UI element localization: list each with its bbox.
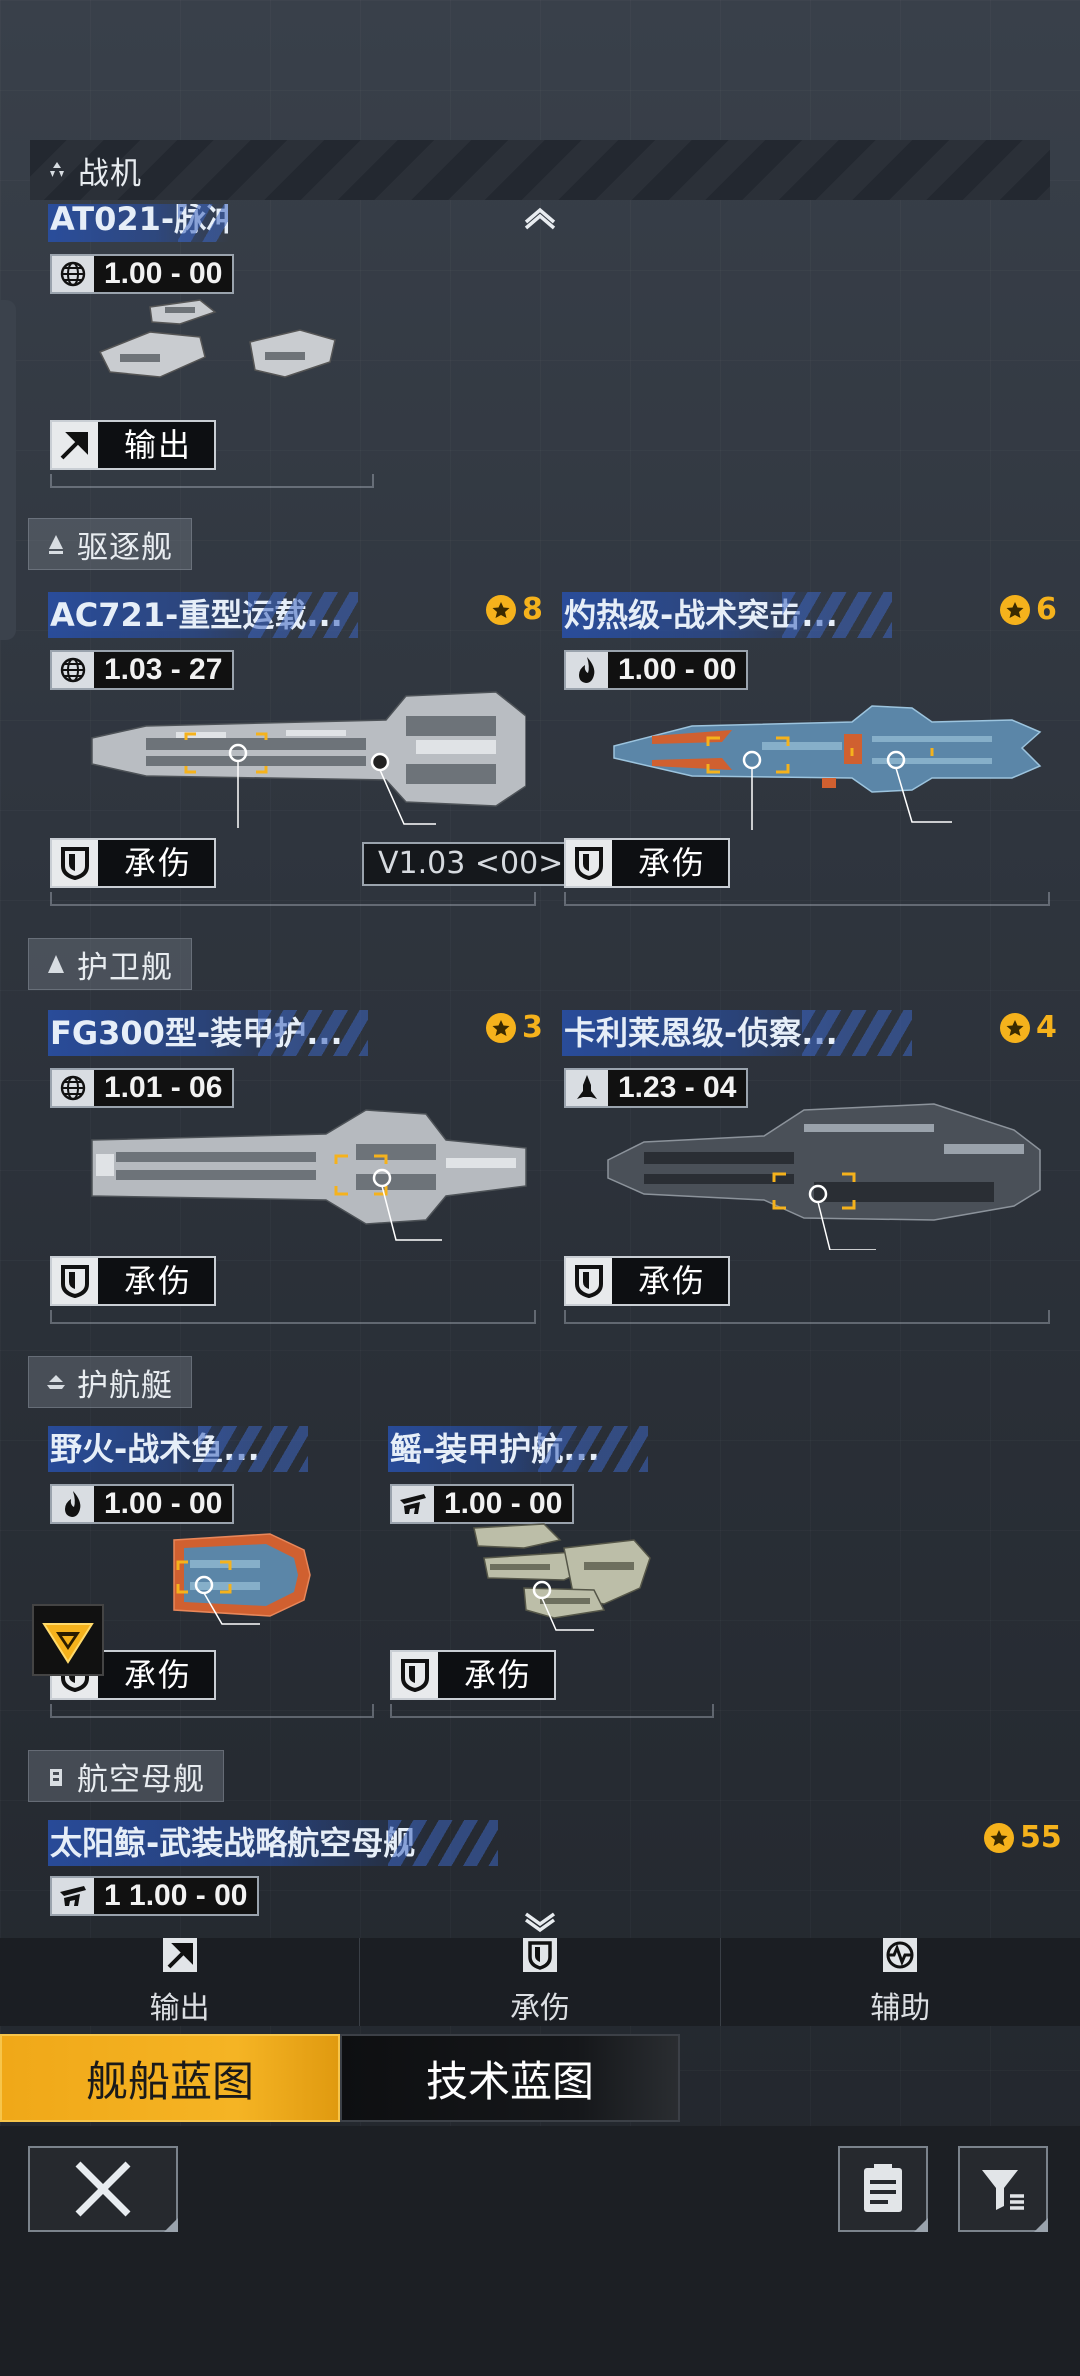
- corner-mark: [1034, 2218, 1048, 2232]
- tab-output[interactable]: 输出: [0, 1937, 361, 2026]
- role-badge: 承伤: [50, 838, 217, 888]
- ship-image[interactable]: [612, 686, 1042, 836]
- scroll-up-icon[interactable]: [520, 204, 560, 230]
- output-icon: [52, 422, 98, 468]
- shield-icon: [521, 1937, 559, 1981]
- ship-name[interactable]: 鳐-装甲护航...: [388, 1426, 648, 1472]
- role-badge: 承伤: [390, 1650, 557, 1700]
- role-badge: 输出: [50, 420, 217, 470]
- shield-icon: [566, 1258, 612, 1304]
- section-title: 护卫舰: [77, 949, 173, 986]
- shield-icon: [52, 1258, 98, 1304]
- rank-badge: 6: [1000, 592, 1057, 627]
- role-badge: 承伤: [50, 1256, 217, 1306]
- scale-bar: [50, 1310, 536, 1324]
- section-header-corvette: 护航艇: [28, 1356, 192, 1408]
- carrier-class-icon: [45, 1765, 67, 1787]
- section-title: 护航艇: [77, 1367, 173, 1404]
- output-icon: [161, 1937, 199, 1981]
- fighter-class-icon: [46, 159, 68, 181]
- globe-icon: [52, 256, 94, 292]
- ship-image[interactable]: [90, 292, 350, 402]
- shield-icon: [52, 840, 98, 886]
- ship-name[interactable]: AC721-重型运载...: [48, 592, 358, 638]
- section-title: 战机: [78, 155, 142, 192]
- section-header-frigate: 护卫舰: [28, 938, 192, 990]
- rank-icon: [1000, 1012, 1030, 1043]
- app-root: 战机 AT021-脉冲... 1.00 - 00 输出 驱逐舰 AC721-重型…: [0, 0, 1080, 2376]
- ship-name[interactable]: 卡利莱恩级-侦察...: [562, 1010, 912, 1056]
- scale-bar: [390, 1704, 714, 1718]
- section-header-carrier: 航空母舰: [28, 1750, 224, 1802]
- corner-mark: [164, 2218, 178, 2232]
- section-header-destroyer: 驱逐舰: [28, 518, 192, 570]
- ship-name[interactable]: FG300型-装甲护...: [48, 1010, 368, 1056]
- scale-bar: [564, 1310, 1050, 1324]
- rank-icon: [486, 594, 516, 625]
- bottom-panel: [0, 2126, 1080, 2376]
- ship-image[interactable]: [86, 1104, 536, 1254]
- close-button[interactable]: [28, 2146, 178, 2232]
- scale-bar: [564, 892, 1050, 906]
- rank-icon: [984, 1822, 1014, 1853]
- ship-name[interactable]: 太阳鲸-武装战略航空母舰: [48, 1820, 498, 1866]
- tab-ship-blueprint[interactable]: 舰船蓝图: [0, 2034, 340, 2122]
- flame-icon: [566, 652, 608, 688]
- section-header-fighter: 战机: [30, 140, 1050, 200]
- role-badge: 承伤: [564, 838, 731, 888]
- shield-icon: [566, 840, 612, 886]
- warning-triangle-icon: [42, 1623, 94, 1664]
- list-icon: [864, 2164, 902, 2212]
- corvette-class-icon: [45, 1371, 67, 1393]
- scale-bar: [50, 474, 374, 488]
- close-icon: [75, 2161, 131, 2217]
- ship-stat: 1 1.00 - 00: [50, 1876, 260, 1916]
- ship-stat: 1.00 - 00: [564, 650, 749, 690]
- scroll-down-icon[interactable]: [520, 1910, 560, 1936]
- rank-icon: [486, 1012, 516, 1043]
- frigate-class-icon: [45, 953, 67, 975]
- ship-name[interactable]: 野火-战术鱼...: [48, 1426, 308, 1472]
- scale-bar: [50, 1704, 374, 1718]
- ship-stat: 1.01 - 06: [50, 1068, 235, 1108]
- ship-stat: 1.00 - 00: [50, 254, 235, 294]
- filter-button[interactable]: [958, 2146, 1048, 2232]
- ship-stat: 1.00 - 00: [50, 1484, 235, 1524]
- rank-icon: [1000, 594, 1030, 625]
- shield-icon: [392, 1652, 438, 1698]
- destroyer-class-icon: [45, 533, 67, 555]
- globe-icon: [52, 1070, 94, 1106]
- engine-icon: [392, 1486, 434, 1522]
- scale-bar: [50, 892, 536, 906]
- rank-badge: 3: [486, 1010, 543, 1045]
- engine-icon: [52, 1878, 94, 1914]
- corner-mark: [914, 2218, 928, 2232]
- side-drawer-handle[interactable]: [0, 300, 16, 640]
- version-tag: V1.03 <00>: [362, 842, 580, 886]
- section-title: 驱逐舰: [77, 529, 173, 566]
- flame-icon: [52, 1486, 94, 1522]
- tab-tank[interactable]: 承伤: [360, 1937, 721, 2026]
- ship-name[interactable]: 灼热级-战术突击...: [562, 592, 892, 638]
- list-button[interactable]: [838, 2146, 928, 2232]
- ship-image[interactable]: [170, 1520, 320, 1630]
- floating-assistant-button[interactable]: [32, 1604, 104, 1676]
- filter-icon: [982, 2170, 1024, 2210]
- tab-support[interactable]: 辅助: [721, 1938, 1080, 2026]
- section-title: 航空母舰: [77, 1761, 205, 1798]
- rocket-icon: [566, 1070, 608, 1106]
- tab-tech-blueprint[interactable]: 技术蓝图: [340, 2034, 680, 2122]
- rank-badge: 55: [984, 1820, 1062, 1855]
- rank-badge: 8: [486, 592, 543, 627]
- role-badge: 承伤: [564, 1256, 731, 1306]
- ship-name[interactable]: AT021-脉冲...: [48, 204, 228, 242]
- rank-badge: 4: [1000, 1010, 1057, 1045]
- ship-image[interactable]: [86, 676, 526, 836]
- support-icon: [881, 1937, 919, 1981]
- ship-image[interactable]: [604, 1090, 1044, 1250]
- ship-image[interactable]: [464, 1518, 654, 1638]
- role-filter-bar: 输出 承伤 辅助: [0, 1938, 1080, 2026]
